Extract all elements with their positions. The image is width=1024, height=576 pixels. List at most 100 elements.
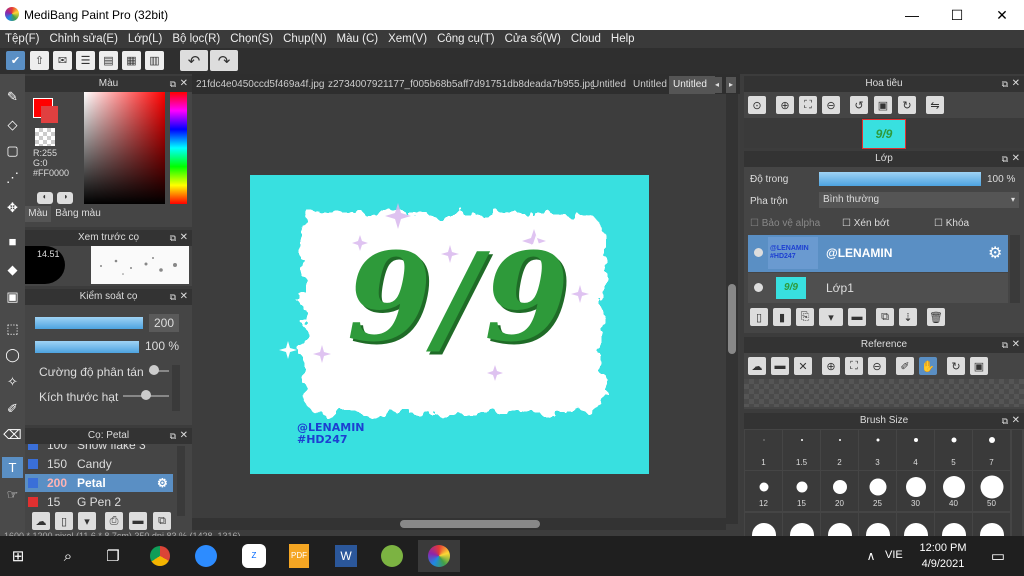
layer-add-menu-icon[interactable]: ▾	[819, 308, 843, 326]
brush-duplicate-icon[interactable]: ⧉	[153, 512, 171, 530]
brush-size-preset[interactable]: 7	[973, 430, 1010, 470]
document-icon[interactable]: ▤	[99, 51, 118, 70]
layer-visibility-icon[interactable]	[754, 248, 763, 257]
zoom-out-icon[interactable]: ⊖	[822, 96, 840, 114]
saturation-value-square[interactable]	[84, 92, 165, 204]
text-tool-icon[interactable]: T	[2, 457, 23, 478]
reference-rotate-icon[interactable]: ↻	[947, 357, 965, 375]
grid-layout-icon[interactable]: ▥	[145, 51, 164, 70]
rectangle-tool-icon[interactable]: ▢	[2, 140, 23, 161]
brush-size-preset[interactable]: 40	[935, 471, 972, 511]
windows-start-icon[interactable]: ⊞	[2, 540, 34, 572]
panel-layout-icon[interactable]: ▦	[122, 51, 141, 70]
reference-eyedropper-icon[interactable]: ✐	[896, 357, 914, 375]
duplicate-layer-icon[interactable]: ⧉	[876, 308, 894, 326]
brush-size-preset[interactable]: 4	[897, 430, 934, 470]
panel-float-icon[interactable]: ⧉	[170, 230, 176, 246]
reference-zoom-out-icon[interactable]: ⊖	[868, 357, 886, 375]
taskbar-clock[interactable]: 12:00 PM 4/9/2021	[915, 540, 971, 572]
hue-slider[interactable]	[170, 92, 187, 204]
tab-scroll-right-icon[interactable]: ▸	[726, 77, 736, 93]
brush-size-preset[interactable]: 30	[897, 471, 934, 511]
tab-color[interactable]: Màu	[25, 206, 51, 222]
chat-icon[interactable]: ✉	[53, 51, 72, 70]
reference-open-folder-icon[interactable]: ▬	[771, 357, 789, 375]
layer-visibility-icon[interactable]	[754, 283, 763, 292]
brush-size-preset[interactable]: 20	[821, 471, 858, 511]
brush-list-item[interactable]: 100 Snow flake 3	[25, 444, 173, 454]
brush-settings-gear-icon[interactable]: ⚙	[157, 474, 168, 492]
layer-row-selected[interactable]: @LENAMIN #HD247 @LENAMIN ⚙	[748, 235, 1008, 272]
brush-size-preset[interactable]	[783, 513, 820, 536]
gradient-tool-icon[interactable]: ▣	[2, 286, 23, 307]
magic-wand-icon[interactable]: ✧	[2, 371, 23, 392]
navigator-thumbnail[interactable]: 9/9	[862, 119, 906, 149]
scatter-slider-handle[interactable]	[149, 365, 159, 375]
reference-view[interactable]	[744, 379, 1024, 407]
word-icon[interactable]: W	[330, 540, 362, 572]
brush-add-cloud-icon[interactable]: ☁	[32, 512, 50, 530]
comment-icon[interactable]: ☰	[76, 51, 95, 70]
new-8bit-layer-icon[interactable]: ⎘	[796, 308, 814, 326]
eyedropper-icon[interactable]: ◑	[57, 192, 73, 204]
brush-export-icon[interactable]: ⎙	[105, 512, 123, 530]
brush-size-slider[interactable]	[35, 317, 143, 329]
menu-window[interactable]: Cửa sổ(W)	[500, 30, 566, 48]
panel-close-icon[interactable]: ✕	[1012, 76, 1020, 92]
new-halftone-layer-icon[interactable]: ▮	[773, 308, 791, 326]
greenshot-icon[interactable]	[376, 540, 408, 572]
panel-float-icon[interactable]: ⧉	[170, 289, 176, 305]
upload-icon[interactable]: ⇧	[30, 51, 49, 70]
chrome-icon[interactable]	[144, 540, 176, 572]
tab-untitled-2[interactable]: Untitled	[629, 76, 673, 94]
vertical-scroll-thumb[interactable]	[728, 284, 736, 354]
brush-list-item[interactable]: 15 G Pen 2	[25, 493, 173, 511]
reference-zoom-in-icon[interactable]: ⊕	[822, 357, 840, 375]
reference-fit-icon[interactable]: ⛶	[845, 357, 863, 375]
input-language[interactable]: VIE	[885, 549, 903, 561]
layer-opacity-slider[interactable]	[819, 172, 981, 186]
particle-size-handle[interactable]	[141, 390, 151, 400]
brush-size-preset[interactable]: 3	[859, 430, 896, 470]
blend-mode-select[interactable]: Bình thường ▾	[819, 192, 1019, 208]
layer-name[interactable]: @LENAMIN	[826, 246, 892, 260]
brush-size-preset[interactable]	[821, 513, 858, 536]
layer-folder-icon[interactable]: ▬	[848, 308, 866, 326]
menu-view[interactable]: Xem(V)	[383, 30, 432, 48]
dotted-brush-icon[interactable]: ⋰	[2, 167, 23, 188]
brush-control-scrollbar[interactable]	[172, 365, 180, 411]
brush-size-preset[interactable]: 12	[745, 471, 782, 511]
menu-file[interactable]: Tệp(F)	[0, 30, 45, 48]
brush-tool-icon[interactable]: ✎	[2, 86, 23, 107]
eraser-tool-icon[interactable]: ◇	[2, 114, 23, 135]
panel-float-icon[interactable]: ⧉	[1002, 413, 1008, 429]
delete-layer-icon[interactable]: 🗑	[927, 308, 945, 326]
artwork-canvas[interactable]: 9/9 @LENAMIN #HD247	[250, 175, 649, 474]
brush-list-scrollbar[interactable]	[177, 446, 185, 516]
menu-tools[interactable]: Công cụ(T)	[432, 30, 500, 48]
operation-tool-icon[interactable]: ☞	[2, 484, 23, 505]
brush-new-icon[interactable]: ▯	[55, 512, 73, 530]
palette-icon[interactable]: ◐	[37, 192, 53, 204]
move-tool-icon[interactable]: ✥	[2, 197, 23, 218]
brush-size-preset[interactable]: 15	[783, 471, 820, 511]
menu-snap[interactable]: Chụp(N)	[278, 30, 331, 48]
merge-layer-icon[interactable]: ⇣	[899, 308, 917, 326]
close-button[interactable]: ✕	[980, 0, 1024, 30]
lock-checkbox[interactable]: ☐ Khóa	[934, 218, 969, 229]
chevron-up-icon[interactable]: ∧	[855, 540, 887, 572]
tab-palette[interactable]: Bảng màu	[53, 206, 103, 222]
panel-float-icon[interactable]: ⧉	[170, 76, 176, 92]
horizontal-scrollbar[interactable]	[192, 518, 726, 530]
navigator-view[interactable]: 9/9	[744, 118, 1024, 149]
minimize-button[interactable]: —	[890, 0, 934, 30]
tab-untitled-1[interactable]: Untitled	[588, 76, 632, 94]
select-eraser-icon[interactable]: ⌫	[2, 424, 23, 445]
brush-size-preset[interactable]	[859, 513, 896, 536]
reference-close-icon[interactable]: ✕	[794, 357, 812, 375]
cloud-check-icon[interactable]: ✔	[6, 51, 25, 70]
panel-close-icon[interactable]: ✕	[1012, 413, 1020, 429]
panel-close-icon[interactable]: ✕	[180, 289, 188, 305]
select-rect-tool-icon[interactable]: ⬚	[2, 318, 23, 339]
layer-row[interactable]: 9/9 Lớp1	[748, 273, 1008, 303]
